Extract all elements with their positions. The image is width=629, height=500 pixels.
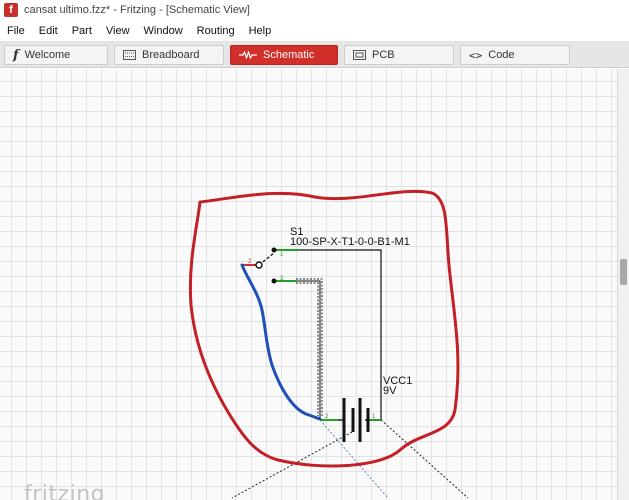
switch-terminal-3 [271, 278, 277, 284]
tab-breadboard-label: Breadboard [142, 49, 200, 61]
fritzing-app-icon: f [4, 3, 18, 17]
menu-routing[interactable]: Routing [190, 20, 242, 42]
menu-help[interactable]: Help [242, 20, 279, 42]
menu-window[interactable]: Window [137, 20, 190, 42]
fritzing-watermark: fritzing [24, 482, 106, 500]
tab-welcome-label: Welcome [24, 49, 71, 61]
tab-pcb[interactable]: PCB [344, 45, 454, 65]
switch-s1[interactable] [242, 247, 300, 284]
battery-vcc1[interactable] [338, 398, 370, 442]
view-tab-bar: f Welcome Breadboard Schematic PCB <> Co… [0, 42, 629, 68]
battery-value-label: 9V [383, 385, 397, 397]
menu-edit[interactable]: Edit [32, 20, 65, 42]
tab-breadboard[interactable]: Breadboard [114, 45, 224, 65]
code-brackets-icon: <> [469, 48, 483, 62]
menu-file[interactable]: File [0, 20, 32, 42]
pcb-icon [353, 50, 366, 60]
scrollbar-thumb[interactable] [620, 259, 627, 285]
tab-code[interactable]: <> Code [460, 45, 570, 65]
menu-part[interactable]: Part [65, 20, 99, 42]
breadboard-icon [123, 50, 136, 60]
wire-blue[interactable] [240, 263, 322, 421]
tab-pcb-label: PCB [372, 49, 395, 61]
fritzing-f-icon: f [13, 47, 19, 63]
ratsnest-lines [231, 252, 469, 499]
tab-welcome[interactable]: f Welcome [4, 45, 108, 65]
switch-part-number-label: 100-SP-X-T1-0-0-B1-M1 [290, 236, 410, 248]
vertical-scrollbar[interactable] [617, 69, 629, 500]
annotation-outline [188, 189, 460, 468]
tab-schematic-label: Schematic [263, 49, 315, 61]
wire-selected[interactable] [296, 278, 323, 418]
switch-terminal-1 [271, 247, 277, 253]
resistor-icon [239, 51, 257, 59]
tab-code-label: Code [488, 49, 515, 61]
title-bar: f cansat ultimo.fzz* - Fritzing - [Schem… [0, 0, 629, 20]
menu-view[interactable]: View [99, 20, 137, 42]
switch-common-terminal [255, 261, 263, 269]
switch-pin-1-number: 1 [280, 252, 284, 258]
menu-bar: File Edit Part View Window Routing Help [0, 20, 629, 42]
tab-schematic[interactable]: Schematic [230, 45, 338, 65]
wire-vcc[interactable] [300, 249, 382, 420]
window-title: cansat ultimo.fzz* - Fritzing - [Schemat… [24, 4, 250, 16]
schematic-canvas[interactable]: 1 2 3 2 1 S1 100-SP-X-T1-0-0-B1-M1 VCC1 … [0, 69, 617, 500]
